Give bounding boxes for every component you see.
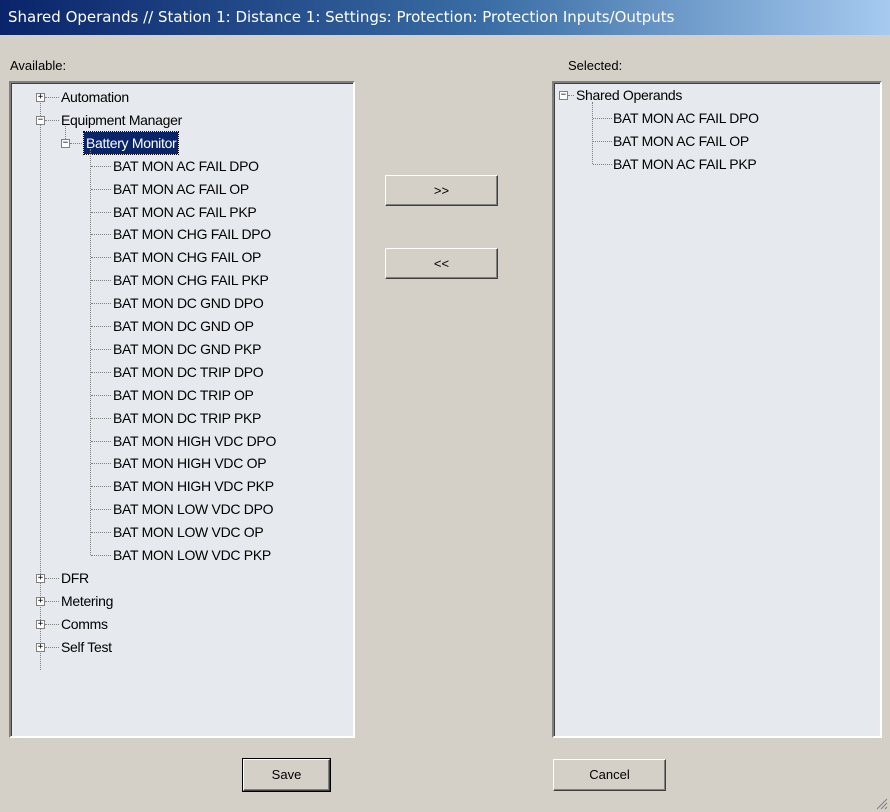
tree-connector-line xyxy=(40,97,41,670)
tree-connector-line xyxy=(45,624,59,625)
tree-connector-line xyxy=(70,143,82,144)
tree-node-automation[interactable]: Automation xyxy=(61,86,129,108)
tree-leaf-operand[interactable]: BAT MON LOW VDC DPO xyxy=(113,498,274,520)
tree-connector-line xyxy=(91,532,111,533)
add-selected-button[interactable]: >> xyxy=(385,175,498,206)
resize-grip-icon[interactable] xyxy=(874,796,888,810)
tree-leaf-operand[interactable]: BAT MON CHG FAIL PKP xyxy=(113,269,269,291)
collapse-icon[interactable]: − xyxy=(61,139,70,148)
collapse-icon[interactable]: − xyxy=(36,116,45,125)
tree-leaf-operand[interactable]: BAT MON HIGH VDC PKP xyxy=(113,475,274,497)
tree-leaf-operand[interactable]: BAT MON DC TRIP DPO xyxy=(113,361,264,383)
tree-connector-line xyxy=(45,601,59,602)
tree-node-comms[interactable]: Comms xyxy=(61,613,108,635)
available-tree: + Automation − Equipment Manager − Battery Mo… xyxy=(11,83,353,736)
tree-connector-line xyxy=(568,95,574,96)
tree-connector-line xyxy=(593,141,612,142)
tree-connector-line xyxy=(91,257,111,258)
selected-tree: − Shared Operands BAT MON AC FAIL DPO BAT M… xyxy=(554,83,880,736)
tree-connector-line xyxy=(91,509,111,510)
tree-connector-line xyxy=(91,555,111,556)
tree-connector-line xyxy=(593,164,612,165)
expand-icon[interactable]: + xyxy=(36,643,45,652)
tree-leaf-operand[interactable]: BAT MON DC GND PKP xyxy=(113,338,261,360)
expand-icon[interactable]: + xyxy=(36,574,45,583)
tree-connector-line xyxy=(91,418,111,419)
tree-connector-line xyxy=(91,280,111,281)
tree-connector-line xyxy=(91,395,111,396)
tree-leaf-operand[interactable]: BAT MON CHG FAIL OP xyxy=(113,246,261,268)
tree-connector-line xyxy=(593,118,612,119)
tree-leaf-operand[interactable]: BAT MON DC GND DPO xyxy=(113,292,264,314)
selected-operand-item[interactable]: BAT MON AC FAIL PKP xyxy=(613,153,757,175)
tree-node-equipment-manager[interactable]: Equipment Manager xyxy=(61,109,182,131)
tree-connector-line xyxy=(91,441,111,442)
tree-connector-line xyxy=(45,120,59,121)
tree-connector-line xyxy=(91,372,111,373)
cancel-button[interactable]: Cancel xyxy=(553,759,666,791)
expand-icon[interactable]: + xyxy=(36,620,45,629)
tree-leaf-operand[interactable]: BAT MON LOW VDC OP xyxy=(113,521,264,543)
selected-tree-panel[interactable]: − Shared Operands BAT MON AC FAIL DPO BAT M… xyxy=(552,81,882,738)
tree-leaf-operand[interactable]: BAT MON DC TRIP PKP xyxy=(113,407,261,429)
tree-leaf-operand[interactable]: BAT MON DC GND OP xyxy=(113,315,254,337)
tree-connector-line xyxy=(91,349,111,350)
tree-leaf-operand[interactable]: BAT MON AC FAIL OP xyxy=(113,178,249,200)
tree-connector-line xyxy=(91,463,111,464)
tree-leaf-operand[interactable]: BAT MON AC FAIL DPO xyxy=(113,155,259,177)
selected-label: Selected: xyxy=(568,58,623,73)
tree-node-dfr[interactable]: DFR xyxy=(61,567,89,589)
tree-leaf-operand[interactable]: BAT MON AC FAIL PKP xyxy=(113,201,257,223)
collapse-icon[interactable]: − xyxy=(559,91,568,100)
expand-icon[interactable]: + xyxy=(36,597,45,606)
tree-connector-line xyxy=(592,102,593,164)
save-button[interactable]: Save xyxy=(242,758,331,792)
tree-connector-line xyxy=(91,234,111,235)
selected-operand-item[interactable]: BAT MON AC FAIL OP xyxy=(613,130,749,152)
tree-connector-line xyxy=(91,486,111,487)
remove-selected-button[interactable]: << xyxy=(385,248,498,279)
tree-leaf-operand[interactable]: BAT MON HIGH VDC OP xyxy=(113,452,267,474)
available-label: Available: xyxy=(10,58,67,73)
tree-connector-line xyxy=(90,149,91,555)
window-title: Shared Operands // Station 1: Distance 1… xyxy=(0,0,890,35)
tree-leaf-operand[interactable]: BAT MON DC TRIP OP xyxy=(113,384,254,406)
tree-node-battery-monitor[interactable]: Battery Monitor xyxy=(82,131,180,155)
tree-connector-line xyxy=(91,303,111,304)
tree-connector-line xyxy=(91,189,111,190)
tree-connector-line xyxy=(45,97,59,98)
tree-leaf-operand[interactable]: BAT MON LOW VDC PKP xyxy=(113,544,271,566)
tree-connector-line xyxy=(91,166,111,167)
tree-connector-line xyxy=(45,647,59,648)
tree-connector-line xyxy=(91,326,111,327)
available-tree-panel[interactable]: + Automation − Equipment Manager − Battery Mo… xyxy=(9,81,355,738)
selected-operand-item[interactable]: BAT MON AC FAIL DPO xyxy=(613,107,759,129)
tree-node-self-test[interactable]: Self Test xyxy=(61,636,112,658)
tree-leaf-operand[interactable]: BAT MON CHG FAIL DPO xyxy=(113,223,271,245)
tree-connector-line xyxy=(91,212,111,213)
expand-icon[interactable]: + xyxy=(36,93,45,102)
tree-leaf-operand[interactable]: BAT MON HIGH VDC DPO xyxy=(113,430,276,452)
tree-connector-line xyxy=(45,578,59,579)
tree-node-metering[interactable]: Metering xyxy=(61,590,113,612)
